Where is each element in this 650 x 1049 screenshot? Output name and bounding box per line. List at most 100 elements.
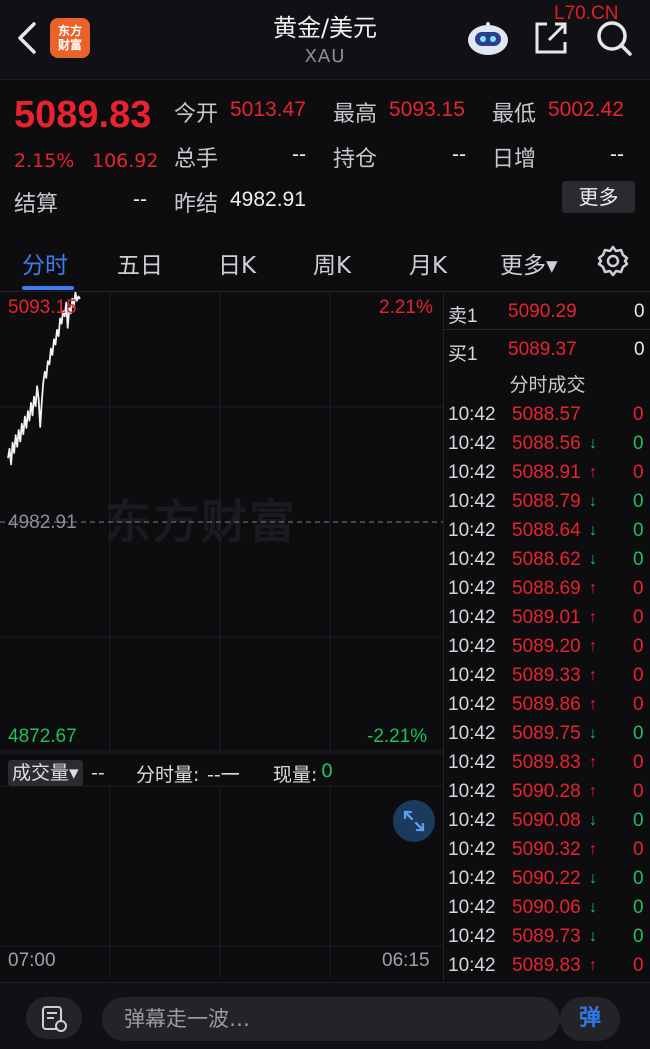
tick-time: 10:42 [448,926,496,947]
tick-price: 5089.75 [512,723,581,744]
open-value: 5013.47 [230,98,306,121]
assistant-robot-icon[interactable] [466,20,510,58]
tick-volume: 0 [633,607,644,628]
tick-volume: 0 [633,433,644,454]
tick-volume: 0 [633,404,644,425]
last-price: 5089.83 [14,94,152,136]
danmu-input[interactable]: 弹幕走一波… [102,997,560,1041]
tick-volume: 0 [633,781,644,802]
tick-volume: 0 [633,839,644,860]
tick-row: 10:42 5088.69 ↑ 0 [444,578,650,607]
tick-direction-arrow: ↓ [589,522,597,539]
volume-value: -- [91,762,105,784]
memo-button[interactable] [26,997,82,1039]
tick-row: 10:42 5089.86 ↑ 0 [444,694,650,723]
bid-price: 5089.37 [508,339,577,360]
daily-increase-label: 日增 [492,147,537,172]
tab-monthly-k[interactable]: 月K [409,246,447,280]
tick-direction-arrow: ↑ [589,696,597,713]
tick-time: 10:42 [448,578,496,599]
tick-volume: 0 [633,955,644,976]
tick-price: 5090.32 [512,839,581,860]
tick-time: 10:42 [448,868,496,889]
tick-time: 10:42 [448,404,496,425]
tick-volume: 0 [633,491,644,512]
tick-price: 5089.73 [512,926,581,947]
period-volume-label: 分时量: [136,764,200,786]
tick-volume: 0 [633,926,644,947]
ask-volume: 0 [634,301,645,322]
tick-price: 5090.28 [512,781,581,802]
volume-indicator-dropdown[interactable]: 成交量▾ [8,760,83,786]
tab-intraday[interactable]: 分时 [22,246,68,280]
tick-direction-arrow: ↓ [589,870,597,887]
chart-top-price: 5093.15 [8,297,77,318]
current-volume-label: 现量: [273,764,318,786]
tick-time: 10:42 [448,433,496,454]
current-volume-value: 0 [321,760,334,782]
tick-time: 10:42 [448,694,496,715]
more-quote-button[interactable]: 更多 [562,181,635,213]
ticks-header: 分时成交 [509,374,586,396]
tick-time: 10:42 [448,723,496,744]
bottom-bar: 弹幕走一波… 弹 [0,982,650,1049]
bid-row: 买1 5089.37 0 [444,332,650,368]
tick-time: 10:42 [448,607,496,628]
change-amount: 106.92 [92,150,159,172]
period-tabs: 分时 五日 日K 周K 月K 更多▾ [0,236,650,292]
tick-time: 10:42 [448,955,496,976]
tick-price: 5089.33 [512,665,581,686]
period-volume-value: --一 [207,764,240,786]
tick-price: 5088.64 [512,520,581,541]
tick-price: 5088.69 [512,578,581,599]
tick-price: 5090.22 [512,868,581,889]
tick-row: 10:42 5089.75 ↓ 0 [444,723,650,752]
tab-more[interactable]: 更多▾ [500,246,558,280]
bid-label: 买1 [448,344,478,365]
tick-direction-arrow: ↑ [589,754,597,771]
tick-direction-arrow: ↓ [589,435,597,452]
tick-time: 10:42 [448,839,496,860]
volume-label: 总手 [174,147,219,172]
tick-price: 5089.83 [512,752,581,773]
danmu-toggle-button[interactable]: 弹 [560,997,620,1041]
chart-top-percent: 2.21% [379,297,433,318]
chart-bottom-percent: -2.21% [367,726,428,747]
tick-time: 10:42 [448,810,496,831]
tick-direction-arrow: ↓ [589,493,597,510]
tick-price: 5089.01 [512,607,581,628]
expand-fullscreen-icon[interactable] [393,800,435,842]
tick-direction-arrow: ↓ [589,551,597,568]
tab-weekly-k[interactable]: 周K [313,246,351,280]
prev-settle-label: 昨结 [174,192,219,217]
chart-bottom-price: 4872.67 [8,726,77,747]
tick-row: 10:42 5088.79 ↓ 0 [444,491,650,520]
tick-direction-arrow: ↓ [589,899,597,916]
x-axis-end-label: 06:15 [382,950,430,971]
tick-row: 10:42 5090.28 ↑ 0 [444,781,650,810]
tick-price: 5088.56 [512,433,581,454]
ask-row: 卖1 5090.29 0 [444,294,650,330]
site-watermark: L70.CN [554,3,619,24]
tick-volume: 0 [633,723,644,744]
tick-row: 10:42 5088.57 0 [444,404,650,433]
tick-time: 10:42 [448,462,496,483]
tick-price: 5088.57 [512,404,581,425]
tab-five-day[interactable]: 五日 [117,246,163,280]
open-label: 今开 [174,102,219,127]
settings-gear-icon[interactable] [596,244,630,278]
tick-volume: 0 [633,636,644,657]
tick-row: 10:42 5089.01 ↑ 0 [444,607,650,636]
tick-direction-arrow: ↓ [589,928,597,945]
change-percent: 2.15% [14,150,75,172]
prev-settle-value: 4982.91 [230,188,306,211]
tick-row: 10:42 5089.83 ↑ 0 [444,752,650,781]
tick-time: 10:42 [448,781,496,802]
order-ticks-panel: 卖1 5090.29 0 买1 5089.37 0 分时成交 10:42 5088… [443,292,650,982]
tick-time: 10:42 [448,636,496,657]
tick-volume: 0 [633,462,644,483]
tick-volume: 0 [633,665,644,686]
tick-volume: 0 [633,868,644,889]
tab-daily-k[interactable]: 日K [218,246,256,280]
tick-price: 5090.06 [512,897,581,918]
